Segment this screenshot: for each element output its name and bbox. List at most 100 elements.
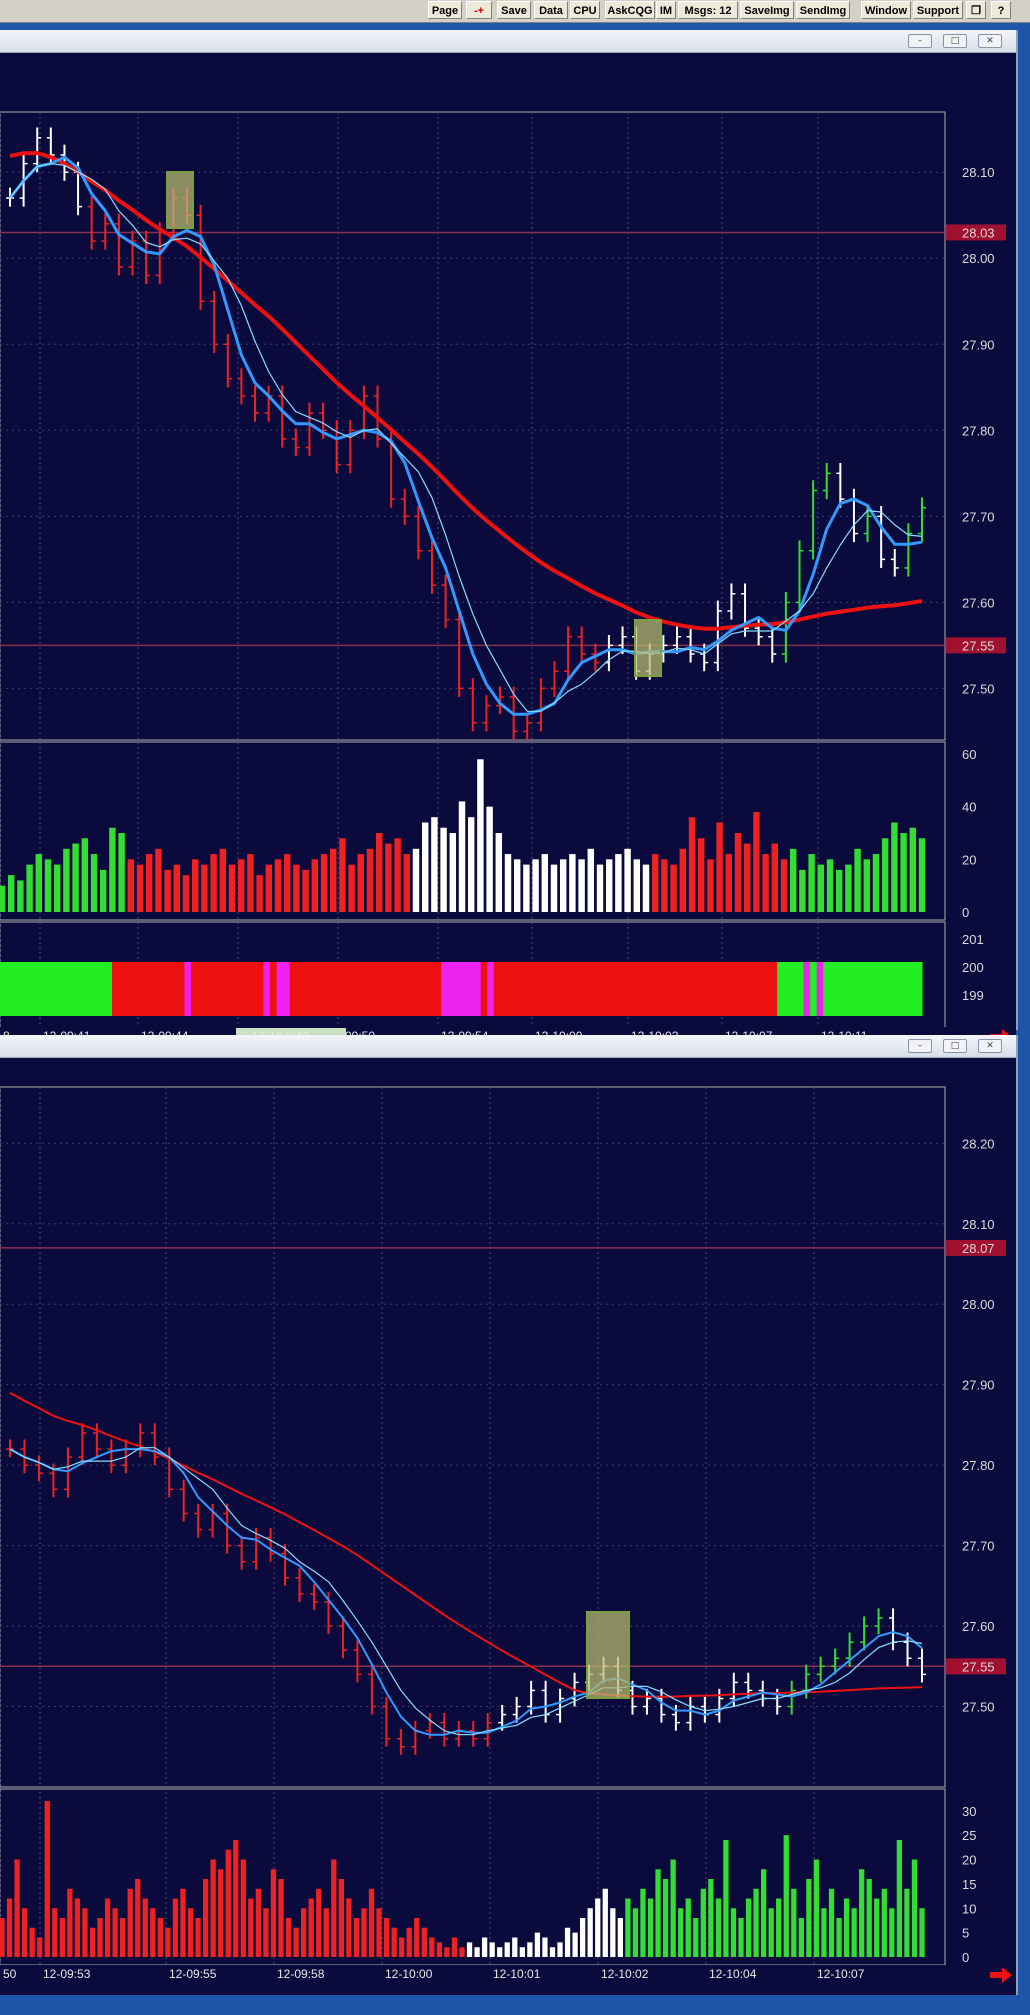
help-button[interactable]: ? (991, 1, 1011, 19)
volume-bar (633, 859, 641, 912)
indicator-cell (757, 962, 765, 1016)
volume-bar (187, 1908, 194, 1957)
volume-bar (919, 1908, 925, 1957)
volume-bar (127, 1888, 133, 1957)
volume-bar (21, 1908, 28, 1957)
indicator-cell (500, 962, 508, 1016)
save-button[interactable]: Save (497, 1, 531, 19)
saveimg-button[interactable]: SaveImg (740, 1, 794, 19)
restore-icon[interactable]: ❐ (966, 1, 986, 19)
askcqg-button[interactable]: AskCQG (605, 1, 655, 19)
close-icon[interactable]: ✕ (978, 34, 1002, 48)
volume-bar (118, 833, 125, 912)
indicator-cell (645, 962, 653, 1016)
maximize-icon[interactable]: □ (943, 1039, 967, 1053)
volume-bar (854, 848, 861, 912)
volume-bar (859, 1869, 865, 1957)
price-tick-label: 28.20 (962, 1136, 995, 1151)
volume-bar (753, 1888, 759, 1957)
indicator-cell (777, 962, 785, 1016)
price-chart-1[interactable]: 28.10 28.00 27.90 27.80 27.70 27.60 27.50 28.03… (0, 52, 1016, 1050)
close-icon[interactable]: ✕ (978, 1039, 1002, 1053)
volume-bar (872, 854, 880, 912)
volume-tick-label: 40 (962, 800, 976, 815)
volume-bar (791, 1888, 797, 1957)
volume-bar (813, 1859, 820, 1957)
volume-bar (605, 859, 613, 912)
window-button[interactable]: Window (861, 1, 911, 19)
msgs-button[interactable]: Msgs: 12 (678, 1, 738, 19)
volume-bar (655, 1869, 661, 1957)
volume-bar (918, 838, 926, 912)
indicator-cell (526, 962, 534, 1016)
volume-bar (806, 1879, 812, 1957)
volume-bar (127, 859, 135, 912)
volume-bar (835, 869, 843, 912)
volume-bar (383, 1918, 390, 1957)
data-button[interactable]: Data (534, 1, 568, 19)
volume-bar (29, 1927, 35, 1957)
volume-bar (412, 848, 420, 912)
minimize-icon[interactable]: – (908, 34, 932, 48)
volume-bar (678, 1908, 684, 1957)
price-chart-2[interactable]: 28.20 28.10 28.00 27.90 27.80 27.70 27.60 27.50… (0, 1057, 1016, 1995)
volume-bar (165, 1927, 171, 1957)
volume-bar (789, 848, 797, 912)
indicator-cell (85, 962, 93, 1016)
minimize-icon[interactable]: – (908, 1039, 932, 1053)
volume-tick-label: 0 (962, 905, 969, 920)
indicator-cell (691, 962, 699, 1016)
page-button[interactable]: Page (428, 1, 462, 19)
indicator-cell (658, 962, 666, 1016)
volume-bar (532, 859, 539, 912)
indicator-cell (6, 962, 14, 1016)
price-tick-label: 28.00 (962, 1297, 995, 1312)
volume-bar (596, 864, 604, 912)
indicator-cell (869, 962, 877, 1016)
support-button[interactable]: Support (913, 1, 963, 19)
volume-bar (458, 801, 466, 912)
indicator-cell (783, 962, 791, 1016)
plus-minus-button[interactable]: -+ (466, 1, 492, 19)
volume-bar (135, 1879, 141, 1957)
indicator-cell (309, 962, 317, 1016)
volume-bar (150, 1908, 156, 1957)
indicator-cell (731, 962, 739, 1016)
cpu-button[interactable]: CPU (570, 1, 600, 19)
indicator-cell (250, 962, 258, 1016)
volume-bar (557, 1942, 563, 1957)
volume-bar (391, 1927, 397, 1957)
indicator-cell (671, 962, 679, 1016)
volume-bar (679, 848, 687, 912)
volume-tick-label: 25 (962, 1828, 976, 1843)
indicator-cell (190, 962, 199, 1016)
volume-bar (357, 854, 365, 912)
volume-bar (572, 1932, 578, 1957)
indicator-cell (625, 962, 633, 1016)
volume-bar (828, 1888, 835, 1957)
indicator-cell (335, 962, 343, 1016)
volume-bar (708, 1879, 714, 1957)
indicator-cell (316, 962, 324, 1016)
volume-bar (145, 854, 153, 912)
sendimg-button[interactable]: SendImg (796, 1, 850, 19)
indicator-cell (388, 962, 396, 1016)
time-label: 12-09:55 (169, 1967, 217, 1981)
price-tick-label: 27.90 (962, 1378, 995, 1393)
volume-bar (715, 1898, 722, 1957)
indicator-cell (105, 962, 113, 1016)
volume-bar (59, 1918, 65, 1957)
im-button[interactable]: IM (656, 1, 676, 19)
volume-bar (542, 1937, 548, 1957)
volume-bar (780, 859, 788, 912)
indicator-cell (171, 962, 179, 1016)
indicator-cell (263, 962, 271, 1016)
volume-bar (738, 1918, 744, 1957)
volume-bar (497, 1947, 503, 1957)
indicator-cell (546, 962, 554, 1016)
volume-bar (874, 1898, 880, 1957)
maximize-icon[interactable]: □ (943, 34, 967, 48)
volume-bar (753, 811, 760, 912)
volume-bar (541, 854, 549, 912)
indicator-cell (816, 962, 824, 1016)
